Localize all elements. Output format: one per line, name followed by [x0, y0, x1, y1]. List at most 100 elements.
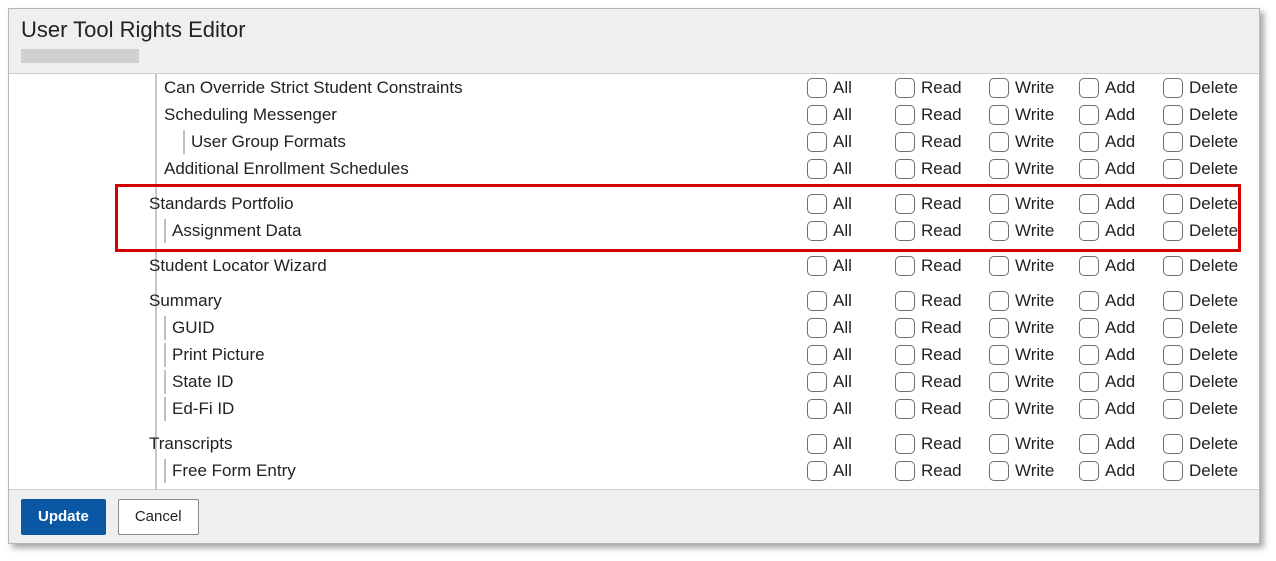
perm-checkbox-add[interactable]	[1079, 159, 1099, 179]
perm-checkbox-all[interactable]	[807, 399, 827, 419]
perm-checkbox-delete[interactable]	[1163, 132, 1183, 152]
perm-checkbox-add[interactable]	[1079, 221, 1099, 241]
perm-checkbox-read[interactable]	[895, 132, 915, 152]
rights-content: Can Override Strict Student Constraints A…	[9, 74, 1259, 490]
perm-checkbox-all[interactable]	[807, 434, 827, 454]
perm-cell-all: All	[807, 461, 895, 481]
perm-checkbox-read[interactable]	[895, 159, 915, 179]
rights-row: Additional Enrollment SchedulesAllReadWr…	[9, 155, 1259, 182]
perm-checkbox-read[interactable]	[895, 194, 915, 214]
perm-checkbox-write[interactable]	[989, 132, 1009, 152]
perm-checkbox-read[interactable]	[895, 105, 915, 125]
perm-checkbox-all[interactable]	[807, 221, 827, 241]
perm-checkbox-delete[interactable]	[1163, 434, 1183, 454]
rights-row-label-cell: GUID	[9, 316, 807, 340]
perm-checkbox-all[interactable]	[807, 345, 827, 365]
perm-checkbox-read[interactable]	[895, 434, 915, 454]
perm-checkbox-write[interactable]	[989, 434, 1009, 454]
perm-cell-delete: Delete	[1163, 159, 1259, 179]
perm-checkbox-add[interactable]	[1079, 434, 1099, 454]
tool-rights-editor-panel: User Tool Rights Editor Can Override Str…	[8, 8, 1260, 544]
perm-checkbox-read[interactable]	[895, 399, 915, 419]
perm-checkbox-add[interactable]	[1079, 78, 1099, 98]
perm-cell-read: Read	[895, 399, 989, 419]
perm-checkbox-add[interactable]	[1079, 194, 1099, 214]
perm-checkbox-add[interactable]	[1079, 132, 1099, 152]
perm-checkbox-delete[interactable]	[1163, 461, 1183, 481]
perm-checkbox-write[interactable]	[989, 291, 1009, 311]
perm-checkbox-delete[interactable]	[1163, 194, 1183, 214]
page-title: User Tool Rights Editor	[21, 17, 1247, 43]
perm-checkbox-add[interactable]	[1079, 105, 1099, 125]
rights-row-label: Scheduling Messenger	[164, 105, 337, 125]
perm-checkbox-write[interactable]	[989, 194, 1009, 214]
perm-label-write: Write	[1015, 399, 1054, 419]
perm-checkbox-read[interactable]	[895, 78, 915, 98]
perm-checkbox-all[interactable]	[807, 318, 827, 338]
perm-checkbox-all[interactable]	[807, 372, 827, 392]
rights-row-label-cell: Can Override Strict Student Constraints	[9, 78, 807, 98]
rights-row-label-cell: Standards Portfolio	[9, 194, 807, 214]
perm-checkbox-all[interactable]	[807, 461, 827, 481]
cancel-button[interactable]: Cancel	[118, 499, 199, 535]
perm-checkbox-write[interactable]	[989, 372, 1009, 392]
tree-indent-bar	[164, 459, 166, 483]
perm-checkbox-add[interactable]	[1079, 372, 1099, 392]
perm-checkbox-all[interactable]	[807, 256, 827, 276]
perm-checkbox-add[interactable]	[1079, 345, 1099, 365]
tree-indent-bar	[164, 370, 166, 394]
perm-checkbox-delete[interactable]	[1163, 256, 1183, 276]
perm-checkbox-write[interactable]	[989, 318, 1009, 338]
perm-checkbox-read[interactable]	[895, 256, 915, 276]
perm-checkbox-delete[interactable]	[1163, 291, 1183, 311]
perm-checkbox-all[interactable]	[807, 194, 827, 214]
perm-checkbox-read[interactable]	[895, 318, 915, 338]
perm-checkbox-write[interactable]	[989, 159, 1009, 179]
perm-checkbox-add[interactable]	[1079, 461, 1099, 481]
perm-checkbox-add[interactable]	[1079, 256, 1099, 276]
perm-checkbox-delete[interactable]	[1163, 372, 1183, 392]
perm-checkbox-all[interactable]	[807, 105, 827, 125]
perm-label-write: Write	[1015, 434, 1054, 454]
perm-cell-delete: Delete	[1163, 256, 1259, 276]
rights-row: Assignment DataAllReadWriteAddDelete	[9, 217, 1259, 244]
perm-checkbox-delete[interactable]	[1163, 399, 1183, 419]
perm-checkbox-all[interactable]	[807, 78, 827, 98]
perm-checkbox-delete[interactable]	[1163, 345, 1183, 365]
perm-checkbox-write[interactable]	[989, 105, 1009, 125]
perm-checkbox-all[interactable]	[807, 132, 827, 152]
perm-cell-all: All	[807, 132, 895, 152]
perm-checkbox-read[interactable]	[895, 461, 915, 481]
perm-checkbox-delete[interactable]	[1163, 105, 1183, 125]
perm-cell-all: All	[807, 256, 895, 276]
perm-checkbox-read[interactable]	[895, 291, 915, 311]
perm-checkbox-write[interactable]	[989, 345, 1009, 365]
perm-checkbox-write[interactable]	[989, 78, 1009, 98]
perm-label-all: All	[833, 461, 852, 481]
perm-checkbox-write[interactable]	[989, 221, 1009, 241]
perm-checkbox-write[interactable]	[989, 256, 1009, 276]
rights-row: TranscriptsAllReadWriteAddDelete	[9, 430, 1259, 457]
perm-checkbox-read[interactable]	[895, 345, 915, 365]
perm-checkbox-read[interactable]	[895, 221, 915, 241]
perm-label-all: All	[833, 372, 852, 392]
perm-cell-write: Write	[989, 132, 1079, 152]
perm-checkbox-add[interactable]	[1079, 318, 1099, 338]
perm-label-all: All	[833, 291, 852, 311]
perm-checkbox-delete[interactable]	[1163, 318, 1183, 338]
perm-checkbox-delete[interactable]	[1163, 78, 1183, 98]
update-button[interactable]: Update	[21, 499, 106, 535]
perm-checkbox-write[interactable]	[989, 461, 1009, 481]
perm-label-read: Read	[921, 105, 962, 125]
perm-checkbox-all[interactable]	[807, 159, 827, 179]
perm-checkbox-write[interactable]	[989, 399, 1009, 419]
perm-checkbox-add[interactable]	[1079, 399, 1099, 419]
perm-checkbox-all[interactable]	[807, 291, 827, 311]
perm-cell-add: Add	[1079, 194, 1163, 214]
perm-checkbox-add[interactable]	[1079, 291, 1099, 311]
perm-cell-delete: Delete	[1163, 318, 1259, 338]
perm-checkbox-delete[interactable]	[1163, 159, 1183, 179]
perm-checkbox-read[interactable]	[895, 372, 915, 392]
perm-checkbox-delete[interactable]	[1163, 221, 1183, 241]
perm-label-all: All	[833, 345, 852, 365]
